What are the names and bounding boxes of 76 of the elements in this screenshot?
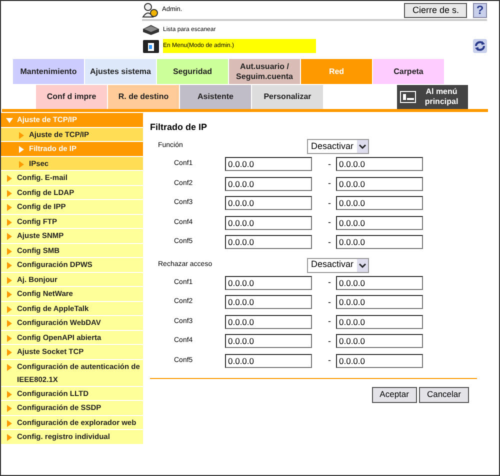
right-triangle-icon: [6, 420, 13, 426]
ip-input-field[interactable]: 0.0.0.0: [336, 176, 423, 191]
scanner-icon: [142, 24, 160, 36]
right-triangle-icon: [6, 364, 13, 370]
ip-input-field[interactable]: 0.0.0.0: [225, 235, 312, 250]
range-dash: -: [327, 315, 332, 328]
range-dash: -: [327, 236, 332, 248]
right-triangle-icon: [6, 349, 13, 356]
menu-tab[interactable]: Ajustes sistema: [85, 59, 156, 84]
menu-tab[interactable]: Aut.usuario / Seguim.cuenta: [229, 59, 300, 84]
right-triangle-icon: [6, 434, 13, 441]
right-triangle-icon: [6, 405, 13, 412]
right-triangle-icon: [6, 390, 13, 398]
ip-input-field[interactable]: 0.0.0.0: [225, 216, 312, 230]
ip-input-field[interactable]: 0.0.0.0: [225, 196, 312, 210]
range-dash: -: [327, 276, 332, 289]
form-button[interactable]: Cancelar: [418, 386, 469, 402]
ip-input-field[interactable]: 0.0.0.0: [336, 354, 423, 368]
menu-tab[interactable]: Carpeta: [373, 59, 444, 84]
dropdown-select[interactable]: Desactivar: [307, 139, 369, 154]
ip-input-field[interactable]: 0.0.0.0: [225, 157, 312, 172]
range-dash: -: [327, 334, 332, 348]
right-triangle-icon: [6, 190, 13, 196]
range-dash: -: [327, 216, 332, 229]
logout-button[interactable]: Cierre de s.: [404, 2, 467, 18]
right-triangle-icon: [6, 218, 13, 226]
range-dash: -: [327, 354, 332, 367]
range-dash: -: [327, 158, 332, 170]
right-triangle-icon: [6, 320, 13, 327]
ip-input-field[interactable]: 0.0.0.0: [336, 276, 423, 290]
ip-input-field[interactable]: 0.0.0.0: [336, 196, 423, 210]
section-title: Filtrado de IP: [150, 121, 208, 134]
range-dash: -: [327, 177, 332, 190]
ip-input-field[interactable]: 0.0.0.0: [225, 334, 312, 348]
menu-tab[interactable]: Conf d impre: [36, 85, 107, 109]
chevron-down-icon: [356, 258, 368, 272]
menu-tab[interactable]: R. de destino: [108, 85, 179, 109]
right-triangle-icon: [6, 291, 13, 298]
menu-tab[interactable]: Asistente: [180, 85, 251, 109]
chevron-down-icon: [356, 140, 368, 153]
main-menu-button[interactable]: Al menú principal: [397, 85, 468, 109]
right-triangle-icon: [18, 146, 25, 153]
right-triangle-icon: [6, 204, 13, 211]
ip-input-field[interactable]: 0.0.0.0: [336, 235, 423, 250]
user-icon: [142, 2, 159, 18]
ip-input-field[interactable]: 0.0.0.0: [336, 157, 423, 172]
menu-tab[interactable]: Mantenimiento: [13, 59, 84, 84]
right-triangle-icon: [6, 175, 13, 182]
right-triangle-icon: [18, 132, 25, 138]
right-triangle-icon: [6, 334, 13, 342]
range-dash: -: [327, 296, 332, 308]
printer-icon: [142, 38, 160, 54]
form-button[interactable]: Aceptar: [372, 386, 417, 402]
help-button[interactable]: ?: [473, 2, 487, 18]
dropdown-select[interactable]: Desactivar: [307, 258, 369, 272]
down-triangle-icon: [6, 117, 13, 124]
ip-input-field[interactable]: 0.0.0.0: [225, 295, 312, 310]
right-triangle-icon: [6, 276, 13, 284]
ip-input-field[interactable]: 0.0.0.0: [225, 354, 312, 368]
refresh-icon[interactable]: [473, 39, 487, 53]
ip-input-field[interactable]: 0.0.0.0: [336, 295, 423, 310]
right-triangle-icon: [6, 233, 13, 240]
menu-tab[interactable]: Personalizar: [252, 85, 323, 109]
ip-input-field[interactable]: 0.0.0.0: [336, 334, 423, 348]
ip-input-field[interactable]: 0.0.0.0: [225, 314, 312, 329]
right-triangle-icon: [18, 160, 25, 168]
menu-tab[interactable]: Seguridad: [157, 59, 228, 84]
ip-input-field[interactable]: 0.0.0.0: [336, 314, 423, 329]
right-triangle-icon: [6, 306, 13, 312]
ip-input-field[interactable]: 0.0.0.0: [225, 276, 312, 290]
right-triangle-icon: [6, 248, 13, 254]
ip-input-field[interactable]: 0.0.0.0: [336, 216, 423, 230]
ip-input-field[interactable]: 0.0.0.0: [225, 176, 312, 191]
menu-screen-icon: [400, 91, 416, 103]
range-dash: -: [327, 196, 332, 210]
right-triangle-icon: [6, 262, 13, 269]
